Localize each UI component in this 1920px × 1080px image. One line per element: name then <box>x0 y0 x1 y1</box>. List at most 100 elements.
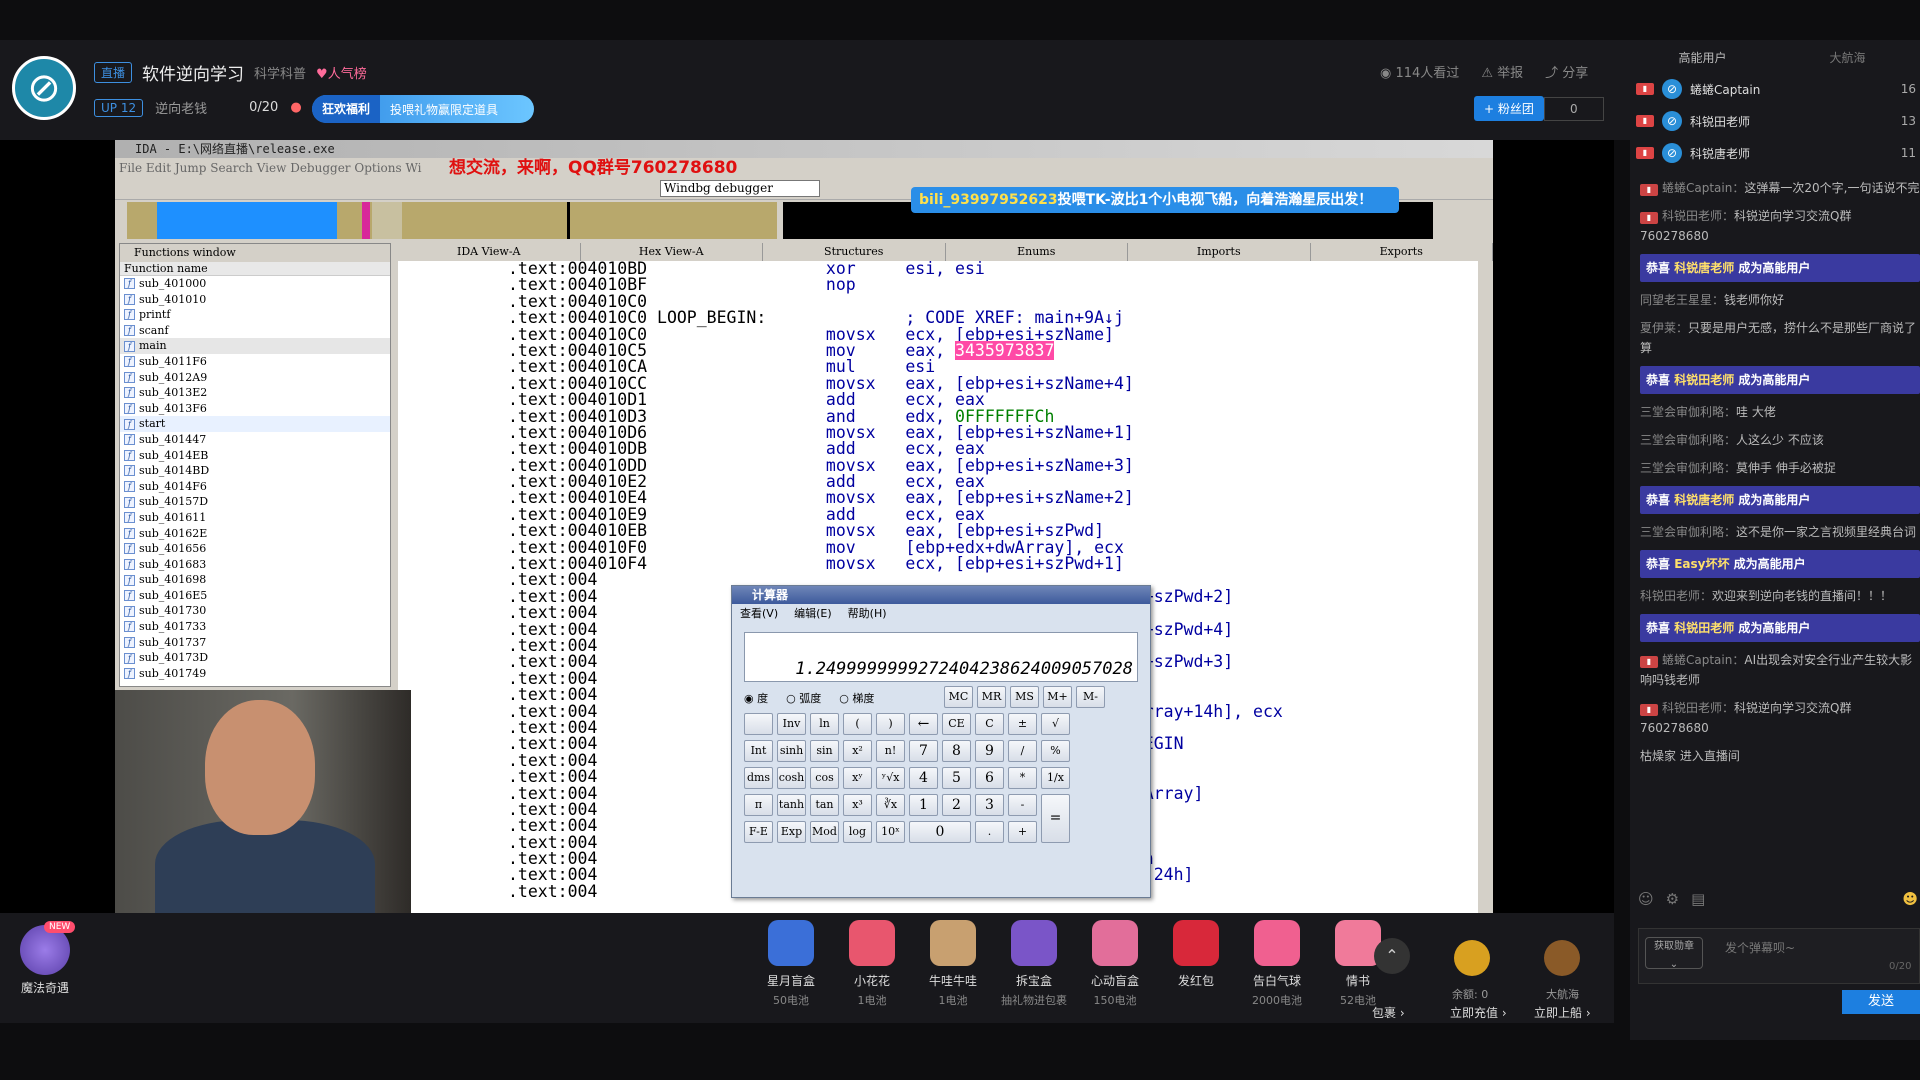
calc-key[interactable]: % <box>1041 740 1070 762</box>
function-item[interactable]: f scanf <box>120 323 390 339</box>
calc-key[interactable]: 1 <box>909 794 938 816</box>
streamer-avatar[interactable]: ⊘ <box>12 56 76 120</box>
chat-user[interactable]: 科锐田老师： <box>1662 209 1734 223</box>
gift-item[interactable]: 告白气球 2000电池 <box>1238 920 1316 1008</box>
vip-row[interactable]: ▮ ⊘ 科锐田老师 13 <box>1636 106 1920 136</box>
vip-row[interactable]: ▮ ⊘ 蜷蜷Captain 16 <box>1636 74 1920 104</box>
function-item[interactable]: f sub_401683 <box>120 557 390 573</box>
hot-rank-badge[interactable]: ♥人气榜 <box>316 63 367 82</box>
smile-emoji-icon[interactable]: ☻ <box>1902 890 1918 914</box>
calc-key[interactable]: √ <box>1041 713 1070 735</box>
ida-tab[interactable]: Enums <box>946 243 1128 261</box>
gift-heart-icon[interactable]: ● <box>290 100 301 115</box>
congrats-user[interactable]: 科锐田老师 <box>1674 621 1734 635</box>
function-item[interactable]: f sub_401737 <box>120 635 390 651</box>
function-item[interactable]: f printf <box>120 307 390 323</box>
calc-key[interactable]: Exp <box>777 821 806 843</box>
ida-tab[interactable]: IDA View-A <box>398 243 581 261</box>
bag-button[interactable]: 包裹 › <box>1372 1004 1405 1021</box>
calc-key[interactable]: Int <box>744 740 773 762</box>
calc-menu-item[interactable]: 编辑(E) <box>794 604 832 624</box>
function-item[interactable]: f sub_4014F6 <box>120 479 390 495</box>
settings-icon[interactable]: ⚙ <box>1666 890 1679 914</box>
function-item[interactable]: f sub_4013F6 <box>120 401 390 417</box>
function-item[interactable]: f sub_4016E5 <box>120 588 390 604</box>
calc-key[interactable]: F-E <box>744 821 773 843</box>
gift-item[interactable]: 小花花 1电池 <box>833 920 911 1008</box>
calc-key[interactable]: - <box>1008 794 1037 816</box>
congrats-user[interactable]: 科锐唐老师 <box>1674 261 1734 275</box>
calc-key[interactable]: . <box>975 821 1004 843</box>
calc-key[interactable]: 7 <box>909 740 938 762</box>
calc-key[interactable]: ∛x <box>876 794 905 816</box>
calc-key[interactable]: log <box>843 821 872 843</box>
report-button[interactable]: ⚠ 举报 <box>1481 62 1523 81</box>
calc-key[interactable]: tanh <box>777 794 806 816</box>
chat-user[interactable]: 科锐田老师： <box>1640 589 1712 603</box>
danmaku-input[interactable]: 获取勋章 ⌄ 发个弹幕呗~ 0/20 <box>1638 928 1920 984</box>
function-item[interactable]: f sub_401447 <box>120 432 390 448</box>
calc-key[interactable]: tan <box>810 794 839 816</box>
chat-user[interactable]: 三堂会审伽利略： <box>1640 461 1736 475</box>
gift-item[interactable]: 心动盲盒 150电池 <box>1076 920 1154 1008</box>
calc-key[interactable]: 8 <box>942 740 971 762</box>
chat-user[interactable]: 三堂会审伽利略： <box>1640 525 1736 539</box>
function-item[interactable]: f sub_40162E <box>120 526 390 542</box>
debugger-select[interactable]: Windbg debugger <box>660 180 820 197</box>
calc-key[interactable]: / <box>1008 740 1037 762</box>
get-badge-button[interactable]: 获取勋章 ⌄ <box>1645 937 1703 970</box>
chat-user[interactable]: 蜷蜷Captain： <box>1662 653 1744 667</box>
function-item[interactable]: f main <box>120 338 390 354</box>
calc-key[interactable]: ± <box>1008 713 1037 735</box>
calc-key[interactable]: ← <box>909 713 938 735</box>
calc-memory-key[interactable]: M- <box>1076 686 1105 708</box>
calc-key[interactable]: cos <box>810 767 839 789</box>
calc-key[interactable]: 2 <box>942 794 971 816</box>
function-item[interactable]: f sub_4014EB <box>120 448 390 464</box>
ida-tab[interactable]: Structures <box>763 243 946 261</box>
function-name-header[interactable]: Function name <box>120 262 390 276</box>
calc-key[interactable]: 1/x <box>1041 767 1070 789</box>
chat-user[interactable]: 同望老王星星： <box>1640 293 1724 307</box>
ida-tab[interactable]: Imports <box>1128 243 1311 261</box>
function-item[interactable]: f sub_40173D <box>120 650 390 666</box>
calc-key[interactable]: C <box>975 713 1004 735</box>
calc-key[interactable]: = <box>1041 794 1070 843</box>
calc-key[interactable]: x² <box>843 740 872 762</box>
function-item[interactable]: f sub_401730 <box>120 603 390 619</box>
calc-key[interactable]: 0 <box>909 821 971 843</box>
history-icon[interactable]: ▤ <box>1691 890 1705 914</box>
chat-user[interactable]: 三堂会审伽利略： <box>1640 433 1736 447</box>
calc-key[interactable]: ( <box>843 713 872 735</box>
calc-key[interactable]: 6 <box>975 767 1004 789</box>
gift-item[interactable]: 牛哇牛哇 1电池 <box>914 920 992 1008</box>
calc-key[interactable]: CE <box>942 713 971 735</box>
calc-key[interactable]: + <box>1008 821 1037 843</box>
calc-key[interactable]: x³ <box>843 794 872 816</box>
calc-menu-item[interactable]: 帮助(H) <box>848 604 887 624</box>
vip-row[interactable]: ▮ ⊘ 科锐唐老师 11 <box>1636 138 1920 168</box>
chat-user[interactable]: 夏伊莱： <box>1640 321 1688 335</box>
tab-high-energy[interactable]: 高能用户 <box>1630 46 1775 70</box>
gift-item[interactable]: 发红包 <box>1157 920 1235 992</box>
calc-key[interactable]: dms <box>744 767 773 789</box>
angle-radio[interactable]: ○ 梯度 <box>839 690 874 706</box>
gift-item[interactable]: 拆宝盒 抽礼物进包裹 <box>995 920 1073 1008</box>
calc-key[interactable]: ln <box>810 713 839 735</box>
calc-key[interactable]: n! <box>876 740 905 762</box>
angle-radio[interactable]: ○ 弧度 <box>786 690 821 706</box>
function-item[interactable]: f start <box>120 416 390 432</box>
tab-navigation[interactable]: 大航海 <box>1775 46 1920 70</box>
calc-key[interactable]: ) <box>876 713 905 735</box>
function-item[interactable]: f sub_4011F6 <box>120 354 390 370</box>
function-item[interactable]: f sub_4012A9 <box>120 370 390 386</box>
congrats-user[interactable]: 科锐田老师 <box>1674 373 1734 387</box>
calc-key[interactable]: cosh <box>777 767 806 789</box>
calc-key[interactable]: 5 <box>942 767 971 789</box>
chevron-up-icon[interactable]: ⌃ <box>1374 938 1410 974</box>
calc-key[interactable]: 3 <box>975 794 1004 816</box>
calc-key[interactable]: sinh <box>777 740 806 762</box>
magic-adventure[interactable]: NEW 魔法奇遇 <box>10 921 80 996</box>
emoji-icon[interactable]: ☺ <box>1638 890 1654 914</box>
angle-radio[interactable]: ◉ 度 <box>744 690 768 706</box>
